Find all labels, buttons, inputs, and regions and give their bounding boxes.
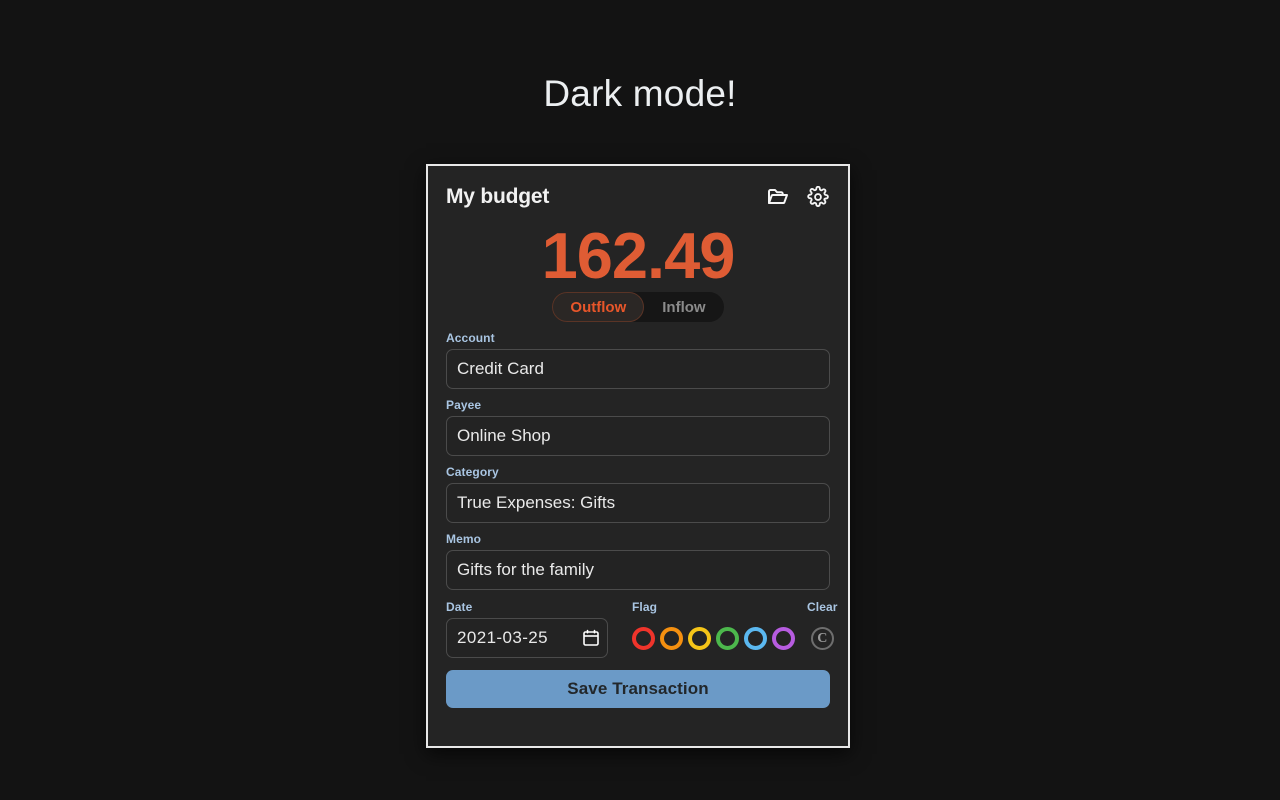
flag-red[interactable] [632,626,655,650]
transaction-amount: 162.49 [541,219,736,292]
gear-icon[interactable] [806,185,830,209]
label-payee: Payee [446,398,482,412]
direction-toggle-wrap: Outflow Inflow [446,292,830,322]
date-column: Date [446,600,608,658]
clear-row: C [807,618,838,658]
save-transaction-button[interactable]: Save Transaction [446,670,830,708]
field-account: Account [446,331,830,389]
label-flag: Flag [632,600,658,614]
account-input[interactable] [446,349,830,389]
flag-purple[interactable] [772,626,795,650]
memo-input[interactable] [446,550,830,590]
flag-column: Flag [608,600,795,658]
category-input[interactable] [446,483,830,523]
flag-green[interactable] [716,626,739,650]
clear-flag-icon[interactable]: C [810,626,834,650]
field-payee: Payee [446,398,830,456]
date-field [446,618,608,658]
date-flag-clear-row: Date Flag [446,600,837,658]
label-date: Date [446,600,473,614]
label-clear: Clear [807,600,838,614]
direction-toggle: Outflow Inflow [552,292,724,322]
card-header: My budget [446,182,830,212]
header-icon-group [766,185,830,209]
field-category: Category [446,465,830,523]
toggle-outflow[interactable]: Outflow [552,292,645,322]
label-account: Account [446,331,495,345]
field-memo: Memo [446,532,830,590]
flag-row [632,618,795,658]
page-title: Dark mode! [543,73,737,114]
flag-yellow[interactable] [688,626,711,650]
toggle-inflow[interactable]: Inflow [644,292,723,322]
clear-column: Clear C [795,600,838,658]
card-title: My budget [446,185,550,208]
folder-icon[interactable] [766,185,790,209]
label-memo: Memo [446,532,482,546]
flag-orange[interactable] [660,626,683,650]
calendar-icon[interactable] [583,629,599,647]
payee-input[interactable] [446,416,830,456]
flag-blue[interactable] [744,626,767,650]
budget-card: My budget 162.49 Outflow Inflow Account [426,164,850,748]
label-category: Category [446,465,499,479]
